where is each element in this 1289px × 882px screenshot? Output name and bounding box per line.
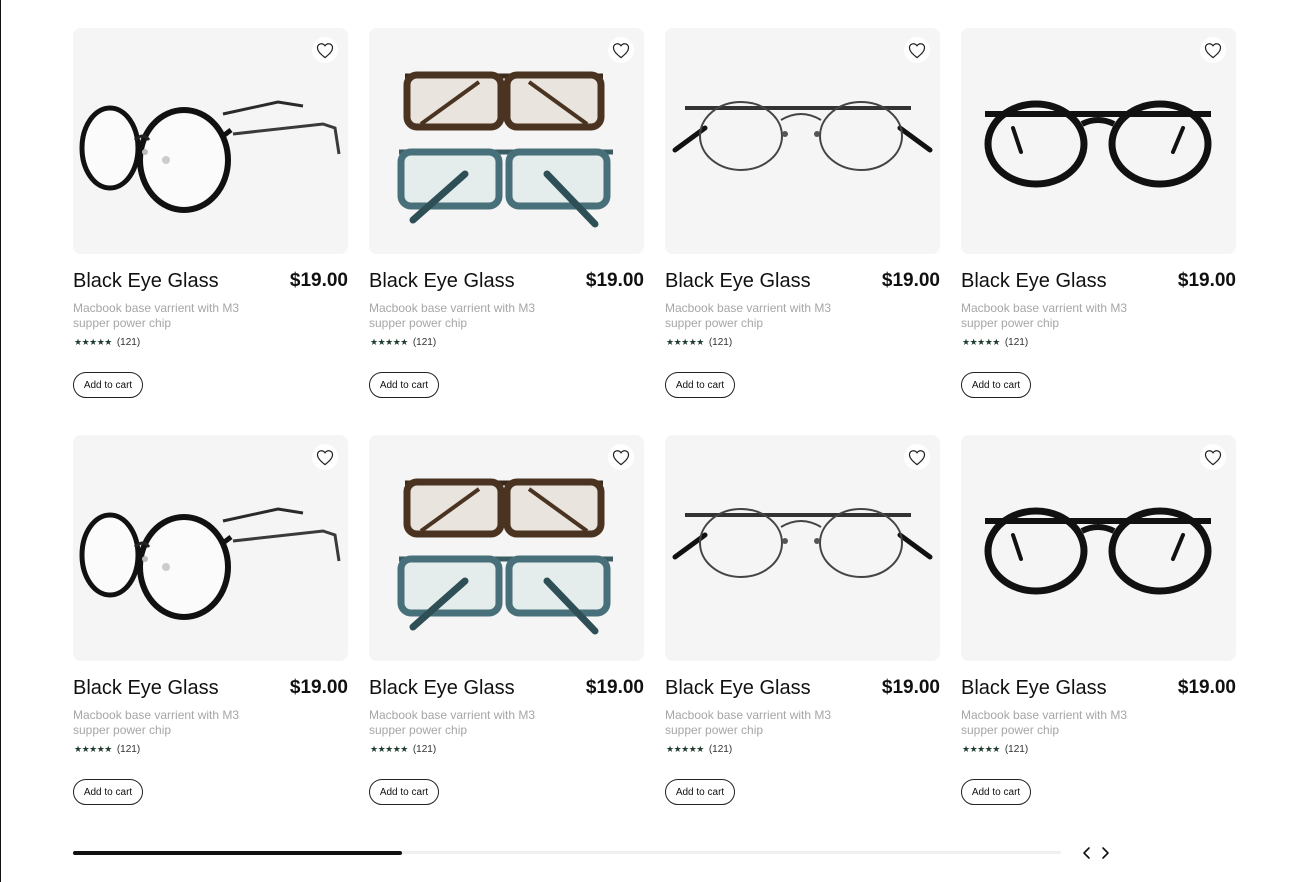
chevron-right-icon (1102, 847, 1109, 859)
glasses-image (397, 478, 613, 635)
product-description: Macbook base varrient with M3 supper pow… (369, 708, 536, 737)
product-price: $19.00 (585, 270, 644, 291)
carousel-next-button[interactable] (1097, 843, 1113, 863)
review-count: (121) (412, 744, 437, 755)
product-title[interactable]: Black Eye Glass (73, 677, 219, 700)
glasses-image (984, 100, 1212, 188)
product-image[interactable] (369, 28, 644, 254)
product-description: Macbook base varrient with M3 supper pow… (665, 708, 832, 737)
glasses-image (672, 508, 933, 578)
product-description: Macbook base varrient with M3 supper pow… (961, 301, 1128, 330)
heart-icon (908, 449, 926, 465)
heart-icon (908, 42, 926, 58)
wishlist-button[interactable] (608, 444, 634, 470)
product-image[interactable] (73, 435, 348, 661)
product-rating: ★★★★★ (121) (74, 744, 140, 755)
heart-icon (316, 42, 334, 58)
carousel-scroll-track[interactable] (73, 850, 1061, 855)
star-rating-icon: ★★★★★ (74, 744, 112, 754)
glasses-image (672, 101, 933, 171)
add-to-cart-button[interactable]: Add to cart (961, 779, 1031, 805)
review-count: (121) (1004, 337, 1029, 348)
wishlist-button[interactable] (904, 37, 930, 63)
add-to-cart-button[interactable]: Add to cart (369, 779, 439, 805)
product-title[interactable]: Black Eye Glass (961, 677, 1107, 700)
product-title[interactable]: Black Eye Glass (73, 270, 219, 293)
glasses-image (79, 100, 341, 213)
product-description: Macbook base varrient with M3 supper pow… (961, 708, 1128, 737)
page-left-border (0, 0, 1, 882)
product-price: $19.00 (881, 677, 940, 698)
product-title[interactable]: Black Eye Glass (961, 270, 1107, 293)
product-rating: ★★★★★ (121) (666, 337, 732, 348)
star-rating-icon: ★★★★★ (962, 744, 1000, 754)
product-image[interactable] (961, 435, 1236, 661)
product-description: Macbook base varrient with M3 supper pow… (369, 301, 536, 330)
wishlist-button[interactable] (904, 444, 930, 470)
wishlist-button[interactable] (1200, 444, 1226, 470)
star-rating-icon: ★★★★★ (666, 337, 704, 347)
product-price: $19.00 (881, 270, 940, 291)
heart-icon (1204, 449, 1222, 465)
review-count: (121) (116, 337, 141, 348)
heart-icon (612, 42, 630, 58)
wishlist-button[interactable] (608, 37, 634, 63)
wishlist-button[interactable] (312, 444, 338, 470)
product-image[interactable] (73, 28, 348, 254)
add-to-cart-button[interactable]: Add to cart (665, 779, 735, 805)
add-to-cart-button[interactable]: Add to cart (961, 372, 1031, 398)
add-to-cart-button[interactable]: Add to cart (73, 779, 143, 805)
chevron-left-icon (1083, 847, 1090, 859)
star-rating-icon: ★★★★★ (962, 337, 1000, 347)
star-rating-icon: ★★★★★ (74, 337, 112, 347)
glasses-image (397, 71, 613, 228)
product-price: $19.00 (1177, 270, 1236, 291)
product-title[interactable]: Black Eye Glass (665, 270, 811, 293)
star-rating-icon: ★★★★★ (666, 744, 704, 754)
carousel-prev-button[interactable] (1079, 843, 1095, 863)
product-title[interactable]: Black Eye Glass (369, 270, 515, 293)
product-price: $19.00 (289, 270, 348, 291)
product-image[interactable] (369, 435, 644, 661)
review-count: (121) (1004, 744, 1029, 755)
wishlist-button[interactable] (312, 37, 338, 63)
review-count: (121) (708, 337, 733, 348)
heart-icon (316, 449, 334, 465)
add-to-cart-button[interactable]: Add to cart (369, 372, 439, 398)
product-rating: ★★★★★ (121) (666, 744, 732, 755)
product-price: $19.00 (289, 677, 348, 698)
product-title[interactable]: Black Eye Glass (369, 677, 515, 700)
heart-icon (612, 449, 630, 465)
glasses-image (79, 507, 341, 620)
product-rating: ★★★★★ (121) (74, 337, 140, 348)
product-image[interactable] (665, 28, 940, 254)
heart-icon (1204, 42, 1222, 58)
product-description: Macbook base varrient with M3 supper pow… (73, 301, 240, 330)
product-description: Macbook base varrient with M3 supper pow… (665, 301, 832, 330)
review-count: (121) (708, 744, 733, 755)
product-rating: ★★★★★ (121) (370, 744, 436, 755)
product-image[interactable] (961, 28, 1236, 254)
wishlist-button[interactable] (1200, 37, 1226, 63)
product-title[interactable]: Black Eye Glass (665, 677, 811, 700)
product-rating: ★★★★★ (121) (962, 337, 1028, 348)
product-description: Macbook base varrient with M3 supper pow… (73, 708, 240, 737)
add-to-cart-button[interactable]: Add to cart (73, 372, 143, 398)
review-count: (121) (412, 337, 437, 348)
product-image[interactable] (665, 435, 940, 661)
product-price: $19.00 (585, 677, 644, 698)
product-rating: ★★★★★ (121) (962, 744, 1028, 755)
star-rating-icon: ★★★★★ (370, 337, 408, 347)
product-price: $19.00 (1177, 677, 1236, 698)
add-to-cart-button[interactable]: Add to cart (665, 372, 735, 398)
review-count: (121) (116, 744, 141, 755)
glasses-image (984, 507, 1212, 595)
star-rating-icon: ★★★★★ (370, 744, 408, 754)
carousel-scroll-thumb[interactable] (73, 850, 402, 855)
product-rating: ★★★★★ (121) (370, 337, 436, 348)
